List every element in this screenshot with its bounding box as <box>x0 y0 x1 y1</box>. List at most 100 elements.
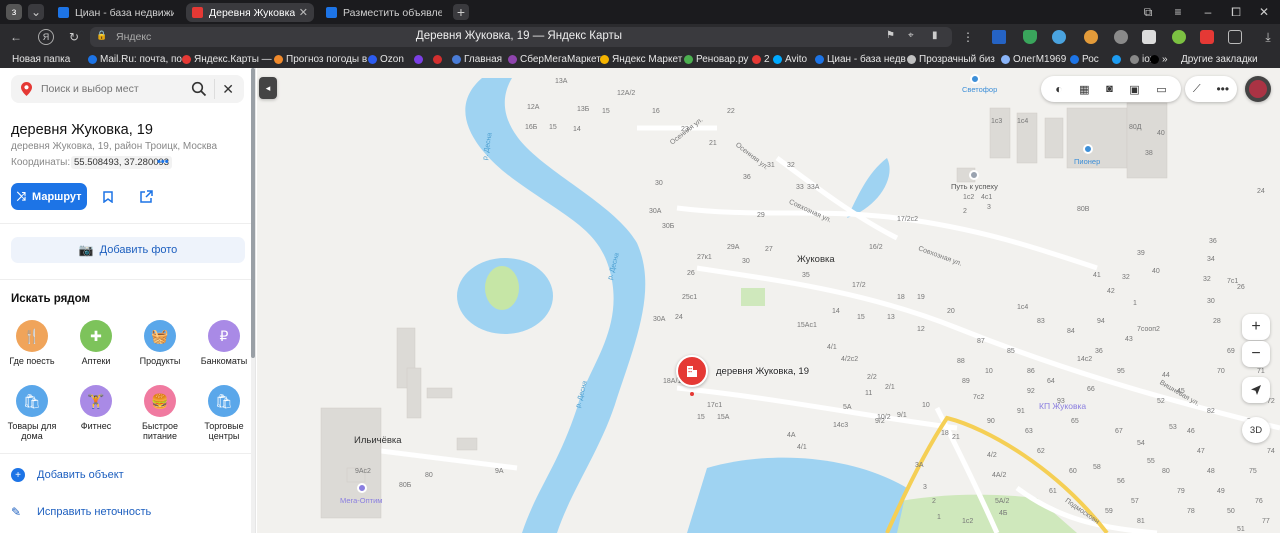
bookmark-item[interactable]: Яндекс.Карты — <box>182 52 272 66</box>
panorama-icon[interactable]: ▭ <box>1156 83 1166 96</box>
bookmark-item[interactable] <box>1112 52 1124 66</box>
nearby-category[interactable]: ₽ Банкоматы <box>194 320 254 366</box>
back-icon[interactable]: ← <box>8 29 24 45</box>
tab-title: Деревня Жуковка, 19 <box>209 6 295 19</box>
layers-icon[interactable]: ◐ <box>1055 82 1062 96</box>
extension-hat-icon[interactable] <box>1114 30 1128 44</box>
bookmark-item[interactable]: Яндекс Маркет <box>600 52 682 66</box>
bookmark-item[interactable]: ОлегМ1969 <box>1001 52 1066 66</box>
fork-knife-icon: 🍴 <box>16 320 48 352</box>
pioner-pin-icon[interactable] <box>1083 144 1093 154</box>
translate-icon[interactable]: ⚑ <box>886 30 895 41</box>
bus-icon[interactable]: ▣ <box>1129 83 1139 96</box>
location-icon[interactable]: ⌖ <box>908 30 914 41</box>
bookmark-item[interactable]: Прозрачный биз <box>907 52 995 66</box>
collections-icon[interactable]: ⧉ <box>1140 4 1156 20</box>
route-button[interactable]: ⤨ Маршрут <box>11 183 87 210</box>
restore-icon[interactable]: ⧠ <box>1228 4 1244 20</box>
extension-game-icon[interactable] <box>1052 30 1066 44</box>
browser-menu-button[interactable]: з <box>6 4 22 20</box>
extension-outlook-icon[interactable] <box>992 30 1006 44</box>
search-icon[interactable] <box>191 81 207 97</box>
more-icon[interactable]: ⋮ <box>960 29 976 45</box>
house-number-label: 12А/2 <box>617 90 636 97</box>
bookmark-favicon-icon <box>88 54 97 64</box>
bookmark-item[interactable] <box>414 52 426 66</box>
nearby-category[interactable]: 🛍 Товары для дома <box>2 385 62 441</box>
nearby-category[interactable]: 🍴 Где поесть <box>2 320 62 366</box>
house-number-label: 62 <box>1037 448 1045 455</box>
share-button[interactable] <box>131 183 161 210</box>
more-tools-icon[interactable]: ••• <box>1216 82 1229 96</box>
nearby-category[interactable]: 🏋 Фитнес <box>66 385 126 431</box>
browser-tab[interactable]: Разместить объявление - <box>320 3 448 22</box>
profile-avatar[interactable] <box>1245 76 1271 102</box>
bookmark-item[interactable]: Новая папка <box>12 52 70 66</box>
extension-puzzle-icon[interactable] <box>1228 30 1242 44</box>
close-search-icon[interactable]: ✕ <box>214 79 234 99</box>
ruler-icon[interactable]: ⟋ <box>1193 83 1201 96</box>
bookmark-item[interactable]: Ozon <box>368 52 404 66</box>
camera-layer-icon[interactable]: ◙ <box>1106 83 1113 95</box>
house-number-label: 21 <box>709 140 717 147</box>
mega-optim-pin-icon[interactable] <box>357 483 367 493</box>
nearby-category[interactable]: 🧺 Продукты <box>130 320 190 366</box>
house-number-label: 38 <box>1145 150 1153 157</box>
bookmark-item[interactable]: Avito <box>773 52 807 66</box>
panel-scrollbar[interactable] <box>251 68 255 533</box>
collapse-panel-button[interactable]: ◂ <box>259 77 277 99</box>
close-window-icon[interactable]: ✕ <box>1256 4 1272 20</box>
nearby-category[interactable]: 🛍 Торговые центры <box>194 385 254 441</box>
fix-error-link[interactable]: ✎ Исправить неточность <box>11 505 151 519</box>
zoom-in-button[interactable]: + <box>1242 314 1270 340</box>
bookmark-item[interactable]: Прогноз погоды в <box>274 52 367 66</box>
bookmark-item[interactable]: Другие закладки <box>1181 52 1258 66</box>
bookmark-item[interactable]: 2 <box>752 52 770 66</box>
bookmark-item[interactable] <box>433 52 445 66</box>
geolocation-button[interactable] <box>1242 377 1270 403</box>
svetofor-pin-icon[interactable] <box>970 74 980 84</box>
house-number-label: 80В <box>1077 206 1090 213</box>
extension-pinwheel-icon[interactable] <box>1084 30 1098 44</box>
bookmark-page-icon[interactable]: ▮ <box>932 30 938 41</box>
place-marker[interactable] <box>676 355 708 387</box>
coords-more-icon[interactable]: ••• <box>157 156 169 168</box>
downloads-icon[interactable]: ⤓ <box>1260 29 1276 45</box>
browser-tab[interactable]: Деревня Жуковка, 19 ✕ <box>186 3 314 22</box>
minimize-icon[interactable]: – <box>1200 4 1216 20</box>
bookmark-item[interactable]: СберМегаМаркет <box>508 52 601 66</box>
new-tab-button[interactable]: + <box>453 4 469 20</box>
close-tab-icon[interactable]: ✕ <box>299 6 308 19</box>
tab-list-chevron-icon[interactable]: ⌄ <box>28 4 44 20</box>
transport-map-icon[interactable]: ▦ <box>1079 83 1089 96</box>
bookmark-item[interactable]: Главная <box>452 52 502 66</box>
map-canvas[interactable]: 13А 13Б 12А 12А/2 15 16Б 15 14 23 22 21 16 30 30А 30Б 3… <box>257 68 1280 533</box>
extension-shield-icon[interactable] <box>1023 30 1037 44</box>
add-photo-button[interactable]: 📷 Добавить фото <box>11 237 245 263</box>
bookmark-item[interactable]: Рос <box>1070 52 1099 66</box>
extension-stack-icon[interactable] <box>1142 30 1156 44</box>
extension-green-icon[interactable] <box>1172 30 1186 44</box>
bookmark-item[interactable]: » <box>1150 52 1168 66</box>
search-box[interactable]: ✕ <box>11 75 244 103</box>
search-input[interactable] <box>41 81 181 97</box>
browser-tab[interactable]: Циан - база недвижимос <box>52 3 180 22</box>
house-number-label: 66 <box>1087 386 1095 393</box>
add-object-link[interactable]: + Добавить объект <box>11 468 124 482</box>
zoom-out-button[interactable]: − <box>1242 341 1270 367</box>
extension-red-icon[interactable] <box>1200 30 1214 44</box>
3d-button[interactable]: 3D <box>1242 417 1270 443</box>
nearby-category[interactable]: 🍔 Быстрое питание <box>130 385 190 441</box>
ruble-icon: ₽ <box>208 320 240 352</box>
put-k-uspehu-pin-icon[interactable] <box>969 170 979 180</box>
bookmark-item[interactable]: Mail.Ru: почта, по <box>88 52 182 66</box>
url-field[interactable]: 🔒 Яндекс Деревня Жуковка, 19 — Яндекс Ка… <box>90 27 952 47</box>
bookmark-item[interactable]: Реновар.ру <box>684 52 748 66</box>
house-number-label: 75 <box>1249 468 1257 475</box>
reload-icon[interactable]: ↻ <box>66 29 82 45</box>
yandex-icon[interactable]: Я <box>38 29 54 45</box>
bookmark-button[interactable] <box>93 183 123 210</box>
bookmark-item[interactable]: Циан - база недв <box>815 52 906 66</box>
browser-menu-icon[interactable]: ≡ <box>1170 4 1186 20</box>
nearby-category[interactable]: ✚ Аптеки <box>66 320 126 366</box>
